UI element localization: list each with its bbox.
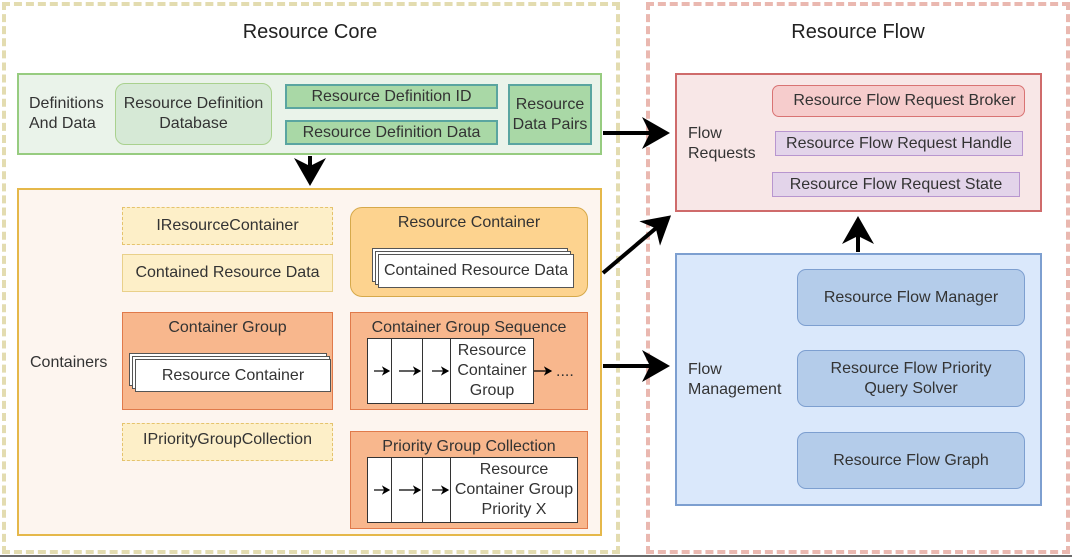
flow-requests-label: Flow Requests — [688, 124, 756, 164]
sequence-resource-container-group: Resource Container Group — [450, 338, 534, 404]
sequence-cell-line1: Resource — [457, 342, 527, 359]
sequence-cell-line2: Container — [457, 362, 527, 379]
priority-group-collection-title: Priority Group Collection — [382, 438, 556, 455]
definitions-label-line2: And Data — [29, 115, 96, 132]
priority-resource-container-group: Resource Container Group Priority X — [450, 457, 578, 523]
resource-flow-request-state[interactable]: Resource Flow Request State — [772, 172, 1020, 197]
resource-container-inner-data: Contained Resource Data — [378, 254, 574, 288]
container-group-inner-resource-container: Resource Container — [135, 359, 331, 392]
ipriority-group-collection[interactable]: IPriorityGroupCollection — [122, 423, 333, 461]
containers-label: Containers — [30, 354, 108, 371]
sequence-cell — [422, 338, 451, 404]
resource-definition-data[interactable]: Resource Definition Data — [285, 120, 498, 145]
flow-management-label-line1: Flow — [688, 361, 722, 378]
resource-flow-request-broker[interactable]: Resource Flow Request Broker — [772, 85, 1025, 117]
resource-flow-graph[interactable]: Resource Flow Graph — [797, 432, 1025, 489]
flow-requests-label-line1: Flow — [688, 125, 722, 142]
definitions-and-data-label: Definitions And Data — [29, 94, 114, 134]
database-line2: Database — [159, 115, 228, 132]
data-pairs-line1: Resource — [515, 95, 585, 113]
priority-cell-line2: Container Group — [454, 481, 574, 498]
resource-flow-request-handle[interactable]: Resource Flow Request Handle — [775, 131, 1023, 156]
priority-cell — [367, 457, 392, 523]
priority-cell-line1: Resource — [479, 461, 549, 478]
resource-flow-manager[interactable]: Resource Flow Manager — [797, 269, 1025, 326]
flow-management-label-line2: Management — [688, 381, 782, 398]
sequence-cell — [391, 338, 423, 404]
resource-flow-priority-query-solver[interactable]: Resource Flow Priority Query Solver — [797, 350, 1025, 407]
data-pairs-line2: Data Pairs — [512, 115, 588, 133]
iresource-container[interactable]: IResourceContainer — [122, 207, 333, 245]
resource-definition-database[interactable]: Resource Definition Database — [115, 83, 272, 145]
resource-flow-title: Resource Flow — [791, 20, 925, 43]
resource-core-title: Resource Core — [242, 20, 378, 43]
priority-cell — [391, 457, 423, 523]
resource-container-title: Resource Container — [397, 214, 541, 231]
resource-definition-id[interactable]: Resource Definition ID — [285, 84, 498, 109]
database-line1: Resource Definition — [123, 95, 264, 112]
solver-line2: Query Solver — [864, 379, 958, 397]
priority-cell — [422, 457, 451, 523]
sequence-cell-line3: Group — [469, 382, 515, 399]
definitions-label-line1: Definitions — [29, 95, 104, 112]
flow-management-label: Flow Management — [688, 360, 781, 400]
flow-requests-label-line2: Requests — [688, 145, 756, 162]
solver-line1: Resource Flow Priority — [830, 359, 992, 377]
priority-cell-line3: Priority X — [481, 501, 547, 518]
sequence-cell — [367, 338, 392, 404]
contained-resource-data[interactable]: Contained Resource Data — [122, 254, 333, 292]
resource-data-pairs[interactable]: Resource Data Pairs — [508, 84, 592, 145]
container-group-sequence-title: Container Group Sequence — [371, 319, 567, 336]
container-group-title: Container Group — [168, 319, 287, 336]
sequence-ellipsis: .... — [556, 363, 574, 380]
